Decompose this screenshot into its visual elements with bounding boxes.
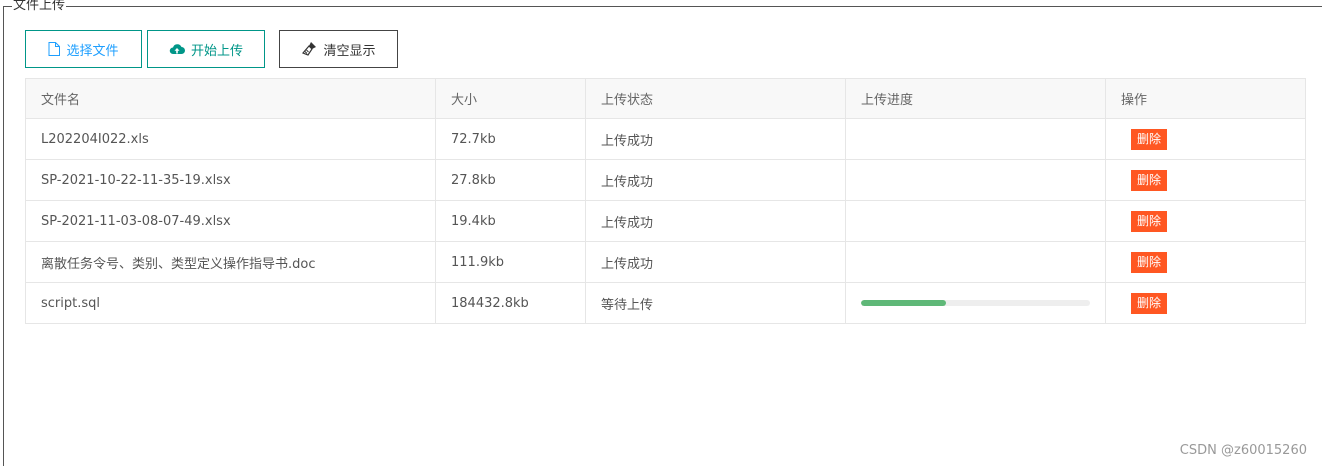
table-row: 离散任务令号、类别、类型定义操作指导书.doc 111.9kb 上传成功 删除 — [25, 241, 1306, 283]
file-list-table: 文件名 大小 上传状态 上传进度 操作 L202204I022.xls 72.7… — [25, 78, 1306, 324]
status-cell: 上传成功 — [585, 118, 846, 160]
select-file-label: 选择文件 — [66, 43, 119, 59]
file-size-cell: 19.4kb — [435, 200, 586, 242]
table-row: L202204I022.xls 72.7kb 上传成功 删除 — [25, 118, 1306, 160]
status-cell: 上传成功 — [585, 200, 846, 242]
file-name-cell: SP-2021-11-03-08-07-49.xlsx — [25, 200, 436, 242]
status-cell: 上传成功 — [585, 241, 846, 283]
action-cell: 删除 — [1105, 282, 1306, 324]
start-upload-label: 开始上传 — [190, 43, 243, 59]
fieldset-legend: 文件上传 — [13, 0, 66, 13]
clear-display-label: 清空显示 — [323, 43, 376, 59]
progress-cell — [845, 159, 1106, 201]
header-status: 上传状态 — [585, 78, 846, 119]
progress-cell — [845, 118, 1106, 160]
delete-button[interactable]: 删除 — [1131, 210, 1168, 232]
status-cell: 上传成功 — [585, 159, 846, 201]
file-name-cell: script.sql — [25, 282, 436, 324]
action-cell: 删除 — [1105, 118, 1306, 160]
file-name-cell: L202204I022.xls — [25, 118, 436, 160]
action-cell: 删除 — [1105, 241, 1306, 283]
file-size-cell: 111.9kb — [435, 241, 586, 283]
table-row: script.sql 184432.8kb 等待上传 删除 — [25, 282, 1306, 324]
table-row: SP-2021-11-03-08-07-49.xlsx 19.4kb 上传成功 … — [25, 200, 1306, 242]
header-action: 操作 — [1105, 78, 1306, 119]
page: 文件上传 选择文件 开始上传 清空显示 文件名 大小 上传状态 上传进度 操作 … — [0, 0, 1322, 466]
table-row: SP-2021-10-22-11-35-19.xlsx 27.8kb 上传成功 … — [25, 159, 1306, 201]
upload-progress-bar — [861, 300, 1090, 306]
file-name-cell: SP-2021-10-22-11-35-19.xlsx — [25, 159, 436, 201]
file-size-cell: 27.8kb — [435, 159, 586, 201]
status-cell: 等待上传 — [585, 282, 846, 324]
header-size: 大小 — [435, 78, 586, 119]
delete-button[interactable]: 删除 — [1131, 169, 1168, 191]
watermark: CSDN @z60015260 — [1179, 443, 1307, 458]
progress-cell — [845, 200, 1106, 242]
select-file-button[interactable]: 选择文件 — [25, 30, 142, 68]
progress-cell — [845, 282, 1106, 324]
delete-button[interactable]: 删除 — [1131, 292, 1168, 314]
action-cell: 删除 — [1105, 200, 1306, 242]
delete-button[interactable]: 删除 — [1131, 128, 1168, 150]
file-icon — [48, 42, 61, 56]
progress-cell — [845, 241, 1106, 283]
table-header-row: 文件名 大小 上传状态 上传进度 操作 — [25, 78, 1306, 119]
clear-display-button[interactable]: 清空显示 — [279, 30, 398, 68]
file-name-cell: 离散任务令号、类别、类型定义操作指导书.doc — [25, 241, 436, 283]
header-progress: 上传进度 — [845, 78, 1106, 119]
start-upload-button[interactable]: 开始上传 — [147, 30, 265, 68]
upload-progress-fill — [861, 300, 946, 306]
file-size-cell: 72.7kb — [435, 118, 586, 160]
cloud-upload-icon — [169, 43, 185, 55]
brush-icon — [301, 41, 317, 57]
file-size-cell: 184432.8kb — [435, 282, 586, 324]
header-file-name: 文件名 — [25, 78, 436, 119]
toolbar: 选择文件 开始上传 清空显示 — [25, 30, 398, 68]
delete-button[interactable]: 删除 — [1131, 251, 1168, 273]
action-cell: 删除 — [1105, 159, 1306, 201]
